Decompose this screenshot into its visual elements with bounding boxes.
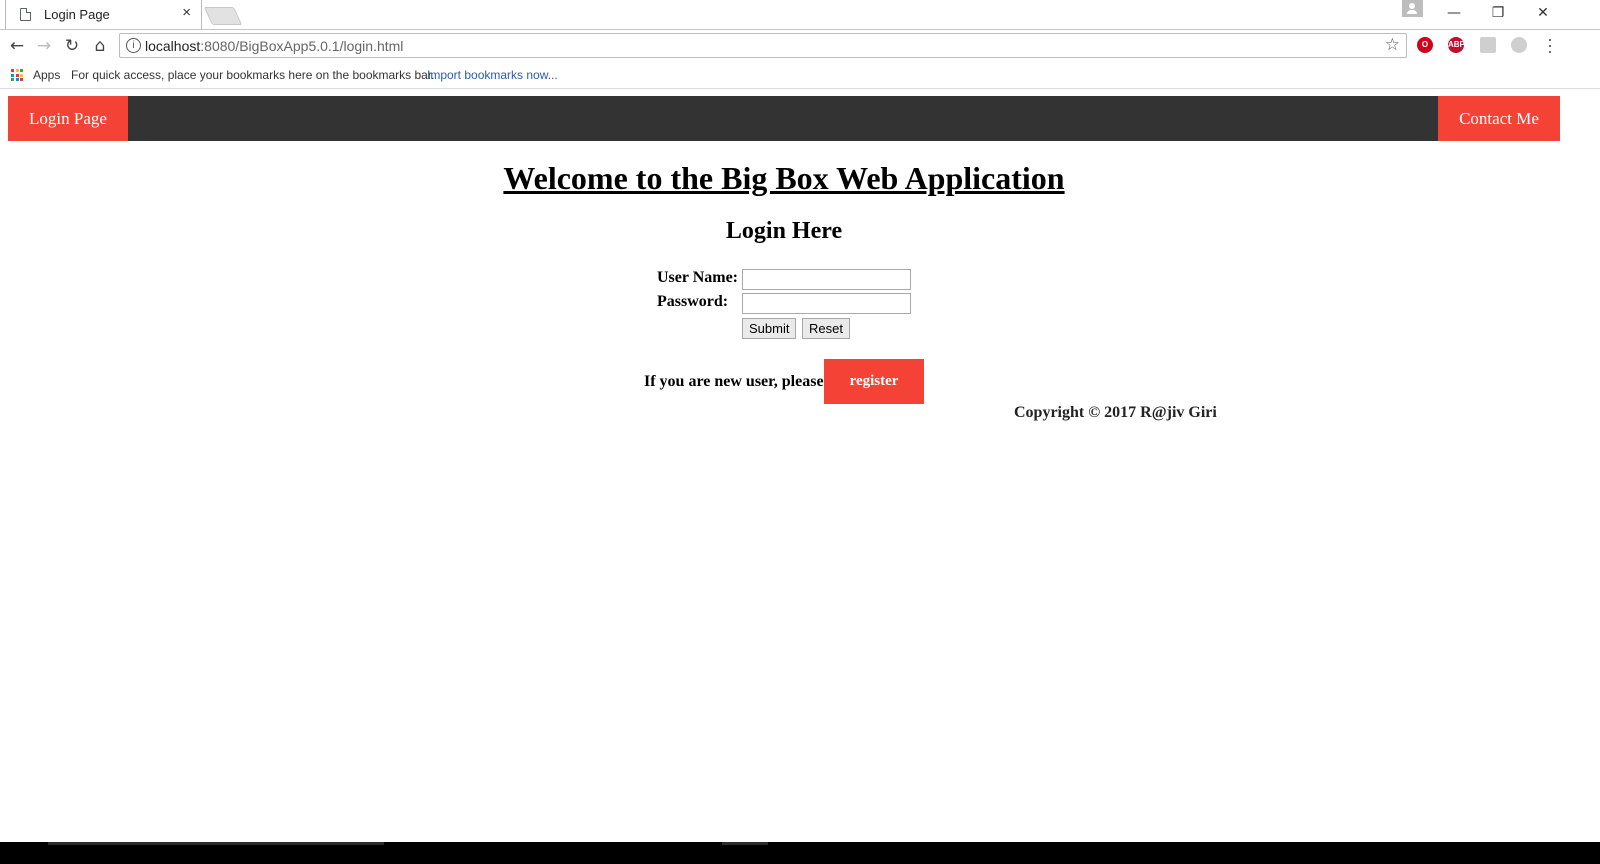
document-icon [20, 8, 31, 21]
browser-tabstrip: Login Page × — ❐ ✕ [0, 0, 1600, 30]
browser-tab-active[interactable]: Login Page × [5, 0, 202, 29]
page-title: Welcome to the Big Box Web Application [503, 160, 1065, 196]
address-bar[interactable]: i localhost:8080/BigBoxApp5.0.1/login.ht… [119, 33, 1407, 58]
profile-avatar-icon[interactable] [1402, 0, 1423, 17]
os-taskbar [0, 842, 1600, 864]
username-input[interactable] [742, 269, 911, 290]
nav-contact-me-link[interactable]: Contact Me [1438, 96, 1560, 141]
taskbar-item[interactable] [48, 842, 384, 845]
opera-icon[interactable]: O [1417, 37, 1433, 53]
site-navbar: Login Page Contact Me [8, 96, 1560, 141]
reset-button[interactable]: Reset [802, 318, 850, 339]
browser-menu-icon[interactable]: · · · [1546, 30, 1554, 60]
password-input[interactable] [742, 293, 911, 314]
back-arrow-icon[interactable]: ← [6, 35, 28, 57]
new-tab-button[interactable] [203, 7, 243, 25]
info-icon[interactable]: i [126, 38, 141, 53]
import-bookmarks-link[interactable]: Import bookmarks now... [427, 68, 558, 82]
url-text: localhost:8080/BigBoxApp5.0.1/login.html [145, 38, 404, 54]
login-heading: Login Here [725, 218, 843, 244]
taskbar-item[interactable] [722, 842, 768, 845]
reload-icon[interactable]: ↻ [61, 35, 83, 57]
restore-button[interactable]: ❐ [1486, 4, 1510, 22]
tab-close-icon[interactable]: × [182, 5, 191, 20]
adblock-plus-icon[interactable]: ABP [1448, 37, 1465, 53]
bookmarks-bar: Apps For quick access, place your bookma… [0, 63, 1600, 89]
bookmarks-hint-text: For quick access, place your bookmarks h… [71, 68, 435, 82]
register-prompt: If you are new user, please [644, 373, 824, 390]
forward-arrow-icon[interactable]: → [33, 35, 55, 57]
browser-toolbar: ← → ↻ ⌂ i localhost:8080/BigBoxApp5.0.1/… [0, 30, 1600, 63]
close-window-button[interactable]: ✕ [1531, 4, 1555, 22]
username-label: User Name: [657, 269, 739, 286]
nav-login-page-link[interactable]: Login Page [8, 96, 128, 141]
tab-title: Login Page [44, 7, 110, 22]
register-button[interactable]: register [824, 359, 924, 404]
minimize-button[interactable]: — [1442, 4, 1466, 22]
copyright-text: Copyright © 2017 R@jiv Giri [1014, 404, 1217, 421]
apps-grid-icon[interactable] [11, 69, 23, 81]
pdf-icon[interactable] [1480, 37, 1496, 53]
apps-bookmark[interactable]: Apps [33, 68, 60, 82]
bookmark-star-icon[interactable]: ☆ [1385, 35, 1400, 55]
password-label: Password: [657, 293, 729, 310]
home-icon[interactable]: ⌂ [89, 35, 111, 57]
submit-button[interactable]: Submit [742, 318, 797, 339]
drive-icon[interactable] [1511, 37, 1527, 53]
